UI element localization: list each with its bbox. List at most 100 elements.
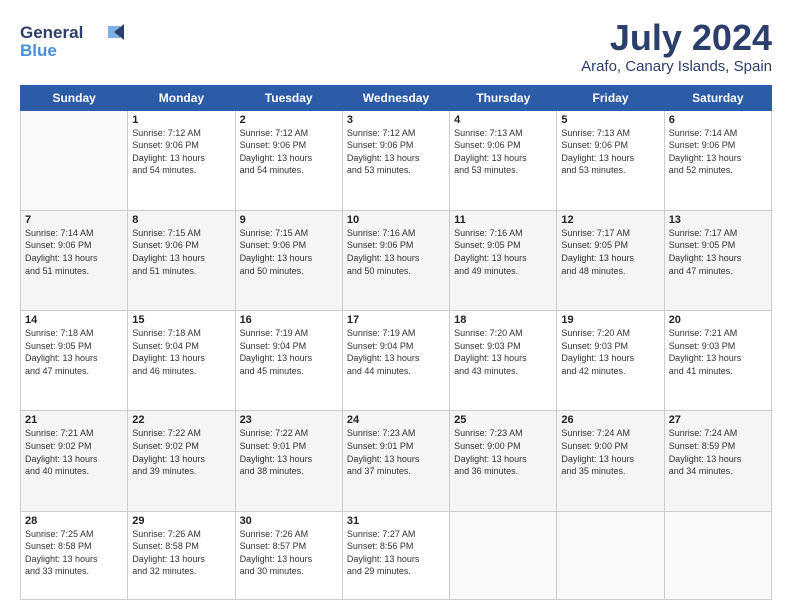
col-header-saturday: Saturday bbox=[664, 85, 771, 110]
day-number: 30 bbox=[240, 515, 338, 527]
day-info: Sunrise: 7:13 AM Sunset: 9:06 PM Dayligh… bbox=[454, 127, 552, 177]
day-number: 28 bbox=[25, 515, 123, 527]
col-header-wednesday: Wednesday bbox=[342, 85, 449, 110]
calendar-cell: 3Sunrise: 7:12 AM Sunset: 9:06 PM Daylig… bbox=[342, 110, 449, 210]
day-number: 13 bbox=[669, 214, 767, 226]
day-number: 20 bbox=[669, 314, 767, 326]
day-info: Sunrise: 7:21 AM Sunset: 9:03 PM Dayligh… bbox=[669, 327, 767, 377]
calendar-cell: 8Sunrise: 7:15 AM Sunset: 9:06 PM Daylig… bbox=[128, 210, 235, 310]
svg-text:Blue: Blue bbox=[20, 41, 57, 60]
calendar-cell: 26Sunrise: 7:24 AM Sunset: 9:00 PM Dayli… bbox=[557, 411, 664, 511]
day-info: Sunrise: 7:26 AM Sunset: 8:57 PM Dayligh… bbox=[240, 528, 338, 578]
col-header-friday: Friday bbox=[557, 85, 664, 110]
day-info: Sunrise: 7:23 AM Sunset: 9:01 PM Dayligh… bbox=[347, 427, 445, 477]
day-info: Sunrise: 7:18 AM Sunset: 9:04 PM Dayligh… bbox=[132, 327, 230, 377]
day-info: Sunrise: 7:25 AM Sunset: 8:58 PM Dayligh… bbox=[25, 528, 123, 578]
calendar-cell: 17Sunrise: 7:19 AM Sunset: 9:04 PM Dayli… bbox=[342, 311, 449, 411]
calendar-cell: 24Sunrise: 7:23 AM Sunset: 9:01 PM Dayli… bbox=[342, 411, 449, 511]
calendar-cell: 9Sunrise: 7:15 AM Sunset: 9:06 PM Daylig… bbox=[235, 210, 342, 310]
day-info: Sunrise: 7:15 AM Sunset: 9:06 PM Dayligh… bbox=[132, 227, 230, 277]
svg-text:General: General bbox=[20, 23, 83, 42]
day-number: 14 bbox=[25, 314, 123, 326]
day-info: Sunrise: 7:12 AM Sunset: 9:06 PM Dayligh… bbox=[347, 127, 445, 177]
day-number: 4 bbox=[454, 114, 552, 126]
col-header-sunday: Sunday bbox=[21, 85, 128, 110]
day-info: Sunrise: 7:23 AM Sunset: 9:00 PM Dayligh… bbox=[454, 427, 552, 477]
calendar-cell: 29Sunrise: 7:26 AM Sunset: 8:58 PM Dayli… bbox=[128, 511, 235, 599]
day-info: Sunrise: 7:20 AM Sunset: 9:03 PM Dayligh… bbox=[454, 327, 552, 377]
day-number: 9 bbox=[240, 214, 338, 226]
calendar-cell: 16Sunrise: 7:19 AM Sunset: 9:04 PM Dayli… bbox=[235, 311, 342, 411]
logo: General Blue bbox=[20, 18, 130, 67]
calendar-cell: 28Sunrise: 7:25 AM Sunset: 8:58 PM Dayli… bbox=[21, 511, 128, 599]
day-info: Sunrise: 7:17 AM Sunset: 9:05 PM Dayligh… bbox=[561, 227, 659, 277]
header: General Blue July 2024 Arafo, Canary Isl… bbox=[20, 18, 772, 75]
calendar-week-row: 7Sunrise: 7:14 AM Sunset: 9:06 PM Daylig… bbox=[21, 210, 772, 310]
calendar-cell: 30Sunrise: 7:26 AM Sunset: 8:57 PM Dayli… bbox=[235, 511, 342, 599]
month-year-title: July 2024 bbox=[581, 18, 772, 58]
day-number: 11 bbox=[454, 214, 552, 226]
calendar-week-row: 21Sunrise: 7:21 AM Sunset: 9:02 PM Dayli… bbox=[21, 411, 772, 511]
day-info: Sunrise: 7:13 AM Sunset: 9:06 PM Dayligh… bbox=[561, 127, 659, 177]
col-header-monday: Monday bbox=[128, 85, 235, 110]
day-number: 29 bbox=[132, 515, 230, 527]
day-number: 10 bbox=[347, 214, 445, 226]
day-info: Sunrise: 7:15 AM Sunset: 9:06 PM Dayligh… bbox=[240, 227, 338, 277]
day-info: Sunrise: 7:19 AM Sunset: 9:04 PM Dayligh… bbox=[240, 327, 338, 377]
day-number: 24 bbox=[347, 414, 445, 426]
calendar-body: 1Sunrise: 7:12 AM Sunset: 9:06 PM Daylig… bbox=[21, 110, 772, 599]
calendar-cell bbox=[21, 110, 128, 210]
col-header-thursday: Thursday bbox=[450, 85, 557, 110]
day-number: 18 bbox=[454, 314, 552, 326]
day-info: Sunrise: 7:22 AM Sunset: 9:02 PM Dayligh… bbox=[132, 427, 230, 477]
calendar-cell: 14Sunrise: 7:18 AM Sunset: 9:05 PM Dayli… bbox=[21, 311, 128, 411]
day-info: Sunrise: 7:24 AM Sunset: 8:59 PM Dayligh… bbox=[669, 427, 767, 477]
day-info: Sunrise: 7:16 AM Sunset: 9:06 PM Dayligh… bbox=[347, 227, 445, 277]
calendar-week-row: 1Sunrise: 7:12 AM Sunset: 9:06 PM Daylig… bbox=[21, 110, 772, 210]
logo-svg: General Blue bbox=[20, 18, 130, 62]
calendar-cell: 7Sunrise: 7:14 AM Sunset: 9:06 PM Daylig… bbox=[21, 210, 128, 310]
day-info: Sunrise: 7:14 AM Sunset: 9:06 PM Dayligh… bbox=[669, 127, 767, 177]
day-number: 8 bbox=[132, 214, 230, 226]
day-info: Sunrise: 7:26 AM Sunset: 8:58 PM Dayligh… bbox=[132, 528, 230, 578]
calendar-cell: 27Sunrise: 7:24 AM Sunset: 8:59 PM Dayli… bbox=[664, 411, 771, 511]
day-number: 5 bbox=[561, 114, 659, 126]
calendar-table: SundayMondayTuesdayWednesdayThursdayFrid… bbox=[20, 85, 772, 600]
calendar-cell: 18Sunrise: 7:20 AM Sunset: 9:03 PM Dayli… bbox=[450, 311, 557, 411]
calendar-cell: 19Sunrise: 7:20 AM Sunset: 9:03 PM Dayli… bbox=[557, 311, 664, 411]
day-number: 3 bbox=[347, 114, 445, 126]
day-number: 22 bbox=[132, 414, 230, 426]
day-info: Sunrise: 7:18 AM Sunset: 9:05 PM Dayligh… bbox=[25, 327, 123, 377]
location-subtitle: Arafo, Canary Islands, Spain bbox=[581, 58, 772, 75]
calendar-cell bbox=[450, 511, 557, 599]
day-number: 25 bbox=[454, 414, 552, 426]
day-number: 7 bbox=[25, 214, 123, 226]
title-block: July 2024 Arafo, Canary Islands, Spain bbox=[581, 18, 772, 75]
day-number: 19 bbox=[561, 314, 659, 326]
calendar-cell: 2Sunrise: 7:12 AM Sunset: 9:06 PM Daylig… bbox=[235, 110, 342, 210]
calendar-cell: 5Sunrise: 7:13 AM Sunset: 9:06 PM Daylig… bbox=[557, 110, 664, 210]
day-info: Sunrise: 7:12 AM Sunset: 9:06 PM Dayligh… bbox=[240, 127, 338, 177]
day-info: Sunrise: 7:12 AM Sunset: 9:06 PM Dayligh… bbox=[132, 127, 230, 177]
calendar-cell: 22Sunrise: 7:22 AM Sunset: 9:02 PM Dayli… bbox=[128, 411, 235, 511]
day-info: Sunrise: 7:20 AM Sunset: 9:03 PM Dayligh… bbox=[561, 327, 659, 377]
day-info: Sunrise: 7:22 AM Sunset: 9:01 PM Dayligh… bbox=[240, 427, 338, 477]
day-number: 1 bbox=[132, 114, 230, 126]
day-info: Sunrise: 7:24 AM Sunset: 9:00 PM Dayligh… bbox=[561, 427, 659, 477]
day-info: Sunrise: 7:17 AM Sunset: 9:05 PM Dayligh… bbox=[669, 227, 767, 277]
day-number: 23 bbox=[240, 414, 338, 426]
calendar-cell: 25Sunrise: 7:23 AM Sunset: 9:00 PM Dayli… bbox=[450, 411, 557, 511]
day-number: 21 bbox=[25, 414, 123, 426]
calendar-cell: 13Sunrise: 7:17 AM Sunset: 9:05 PM Dayli… bbox=[664, 210, 771, 310]
calendar-header-row: SundayMondayTuesdayWednesdayThursdayFrid… bbox=[21, 85, 772, 110]
calendar-cell bbox=[557, 511, 664, 599]
day-number: 31 bbox=[347, 515, 445, 527]
calendar-cell: 4Sunrise: 7:13 AM Sunset: 9:06 PM Daylig… bbox=[450, 110, 557, 210]
calendar-cell: 31Sunrise: 7:27 AM Sunset: 8:56 PM Dayli… bbox=[342, 511, 449, 599]
calendar-cell: 23Sunrise: 7:22 AM Sunset: 9:01 PM Dayli… bbox=[235, 411, 342, 511]
day-number: 17 bbox=[347, 314, 445, 326]
day-number: 15 bbox=[132, 314, 230, 326]
calendar-cell: 12Sunrise: 7:17 AM Sunset: 9:05 PM Dayli… bbox=[557, 210, 664, 310]
calendar-cell: 15Sunrise: 7:18 AM Sunset: 9:04 PM Dayli… bbox=[128, 311, 235, 411]
day-info: Sunrise: 7:14 AM Sunset: 9:06 PM Dayligh… bbox=[25, 227, 123, 277]
